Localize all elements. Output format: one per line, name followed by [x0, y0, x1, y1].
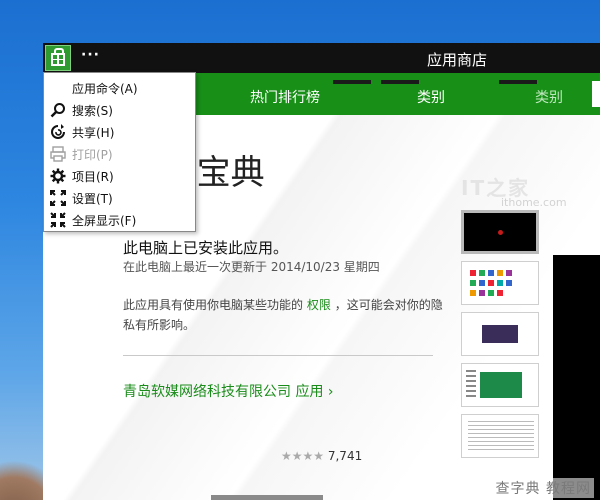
- menu-item-label: 全屏显示(F): [72, 213, 137, 228]
- screenshot-thumb[interactable]: [461, 261, 539, 305]
- menu-item-app-commands[interactable]: 应用命令(A): [44, 77, 195, 99]
- menu-item-settings[interactable]: 设置(T): [44, 187, 195, 209]
- window-menu-dots[interactable]: ···: [81, 47, 100, 63]
- menu-item-share[interactable]: 共享(H): [44, 121, 195, 143]
- divider: [123, 355, 433, 356]
- store-app-icon[interactable]: [45, 45, 71, 71]
- search-icon: [44, 99, 72, 121]
- nav-tab-categories-2[interactable]: 类别: [535, 87, 563, 107]
- rating-count: 7,741: [327, 449, 363, 463]
- install-status: 此电脑上已安装此应用。: [123, 239, 289, 257]
- screenshot-thumb[interactable]: [461, 312, 539, 356]
- nav-tab-top-charts[interactable]: 热门排行榜: [250, 87, 320, 107]
- share-icon: [44, 121, 72, 143]
- screenshot-thumbnails: [461, 210, 539, 465]
- screenshot-thumb[interactable]: [461, 414, 539, 458]
- screenshot-thumb[interactable]: [461, 210, 539, 254]
- shopping-bag-icon: [51, 48, 65, 66]
- scroll-indicator[interactable]: [211, 495, 323, 500]
- nav-indicator: [499, 80, 537, 84]
- app-commands-menu: 应用命令(A) 搜索(S) 共享(H) 打印(P) 项目(R) 设置(T) 全屏…: [43, 72, 196, 232]
- permission-text: 此应用具有使用你电脑某些功能的 权限 ，这可能会对你的隐私有所影响。: [123, 295, 443, 335]
- menu-item-label: 搜索(S): [72, 103, 113, 118]
- menu-item-print[interactable]: 打印(P): [44, 143, 195, 165]
- title-bar: ··· 应用商店: [43, 43, 600, 73]
- permission-link[interactable]: 权限: [307, 298, 331, 312]
- project-icon: [44, 165, 72, 187]
- nav-indicator: [381, 80, 419, 84]
- nav-end-block: [592, 81, 600, 107]
- publisher-link[interactable]: 青岛软媒网络科技有限公司 应用 ›: [123, 381, 334, 401]
- watermark-footer: 查字典 教程网: [492, 478, 594, 498]
- rating: ★★★★ 7,741: [281, 449, 362, 463]
- menu-item-fullscreen[interactable]: 全屏显示(F): [44, 209, 195, 231]
- menu-item-label: 设置(T): [72, 191, 113, 206]
- menu-item-label: 共享(H): [72, 125, 115, 140]
- menu-item-search[interactable]: 搜索(S): [44, 99, 195, 121]
- nav-indicator: [333, 80, 371, 84]
- menu-item-project[interactable]: 项目(R): [44, 165, 195, 187]
- watermark-url: ithome.com: [501, 196, 567, 209]
- window-title: 应用商店: [427, 51, 488, 69]
- update-date: 在此电脑上最近一次更新于 2014/10/23 星期四: [123, 260, 380, 274]
- rating-stars: ★★★★: [281, 449, 325, 463]
- menu-item-label: 项目(R): [72, 169, 114, 184]
- nav-tab-categories[interactable]: 类别: [417, 87, 445, 107]
- menu-item-label: 打印(P): [72, 147, 113, 162]
- menu-item-label: 应用命令(A): [72, 81, 138, 96]
- permission-text-pre: 此应用具有使用你电脑某些功能的: [123, 298, 304, 312]
- fullscreen-icon: [44, 209, 72, 231]
- blank-icon: [44, 77, 72, 99]
- print-icon: [44, 143, 72, 165]
- fullscreen-expand-icon: [44, 187, 72, 209]
- main-screenshot[interactable]: [553, 255, 600, 500]
- screenshot-thumb[interactable]: [461, 363, 539, 407]
